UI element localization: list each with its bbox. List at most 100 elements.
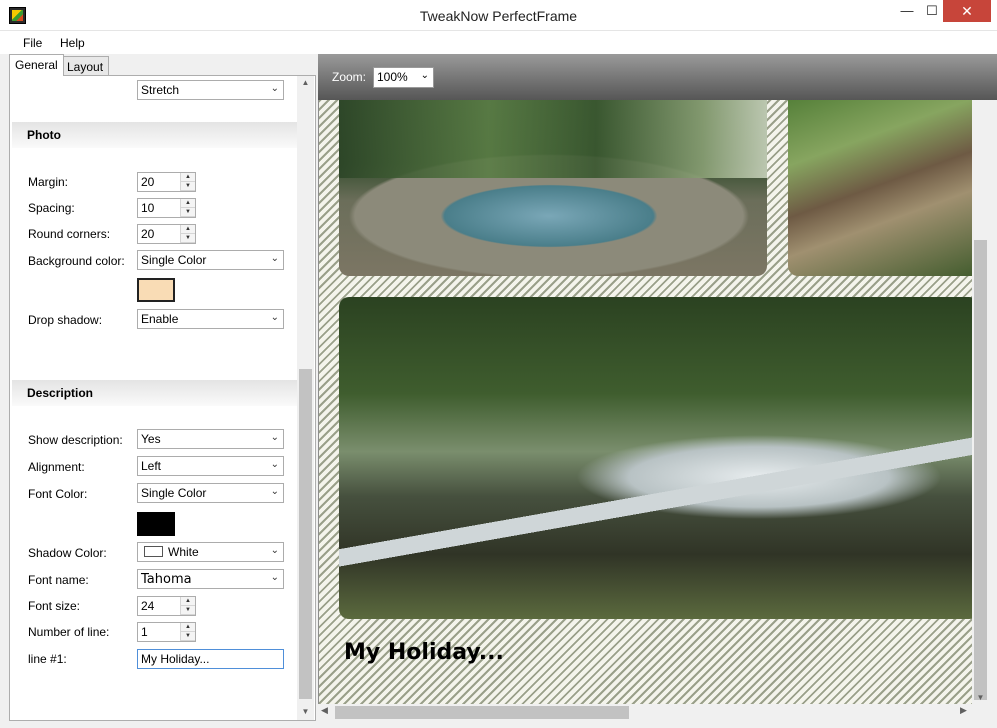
settings-scrollbar[interactable]: ▲ ▼ — [297, 76, 314, 720]
zoom-value: 100% — [377, 70, 408, 84]
font-color-swatch[interactable] — [137, 512, 175, 536]
shadow-color-value: White — [168, 545, 199, 559]
spin-up-icon[interactable]: ▲ — [181, 173, 195, 182]
show-description-select[interactable]: Yes ⌄ — [137, 429, 284, 449]
chevron-down-icon: ⌄ — [270, 83, 279, 94]
stepper-arrows[interactable]: ▲ ▼ — [180, 225, 195, 243]
spacing-value: 10 — [141, 201, 155, 215]
font-color-select[interactable]: Single Color ⌄ — [137, 483, 284, 503]
settings-panel: General Layout Stretch ⌄ Photo Margin: 2… — [0, 54, 318, 728]
scroll-down-icon[interactable]: ▼ — [297, 707, 314, 716]
spin-up-icon[interactable]: ▲ — [181, 225, 195, 234]
stepper-arrows[interactable]: ▲ ▼ — [180, 623, 195, 641]
alignment-value: Left — [141, 459, 162, 473]
scroll-down-icon[interactable]: ▼ — [972, 693, 989, 702]
alignment-select[interactable]: Left ⌄ — [137, 456, 284, 476]
shadow-color-label: Shadow Color: — [28, 546, 107, 560]
scrollbar-thumb[interactable] — [974, 240, 987, 700]
drop-shadow-label: Drop shadow: — [28, 313, 103, 327]
round-corners-label: Round corners: — [28, 227, 111, 241]
font-color-value: Single Color — [141, 486, 207, 500]
spacing-label: Spacing: — [28, 201, 75, 215]
round-corners-value: 20 — [141, 227, 155, 241]
photo-river-rafting[interactable] — [339, 297, 972, 619]
chevron-down-icon: ⌄ — [270, 486, 279, 497]
chevron-down-icon: ⌄ — [420, 70, 429, 81]
margin-label: Margin: — [28, 175, 69, 189]
preview-pane: Zoom: 100% ⌄ My Holiday... ▼ ◀ ▶ — [318, 54, 997, 728]
font-size-value: 24 — [141, 599, 155, 613]
number-of-line-value: 1 — [141, 625, 148, 639]
chevron-down-icon: ⌄ — [270, 572, 279, 583]
spin-up-icon[interactable]: ▲ — [181, 623, 195, 632]
font-size-stepper[interactable]: 24 ▲ ▼ — [137, 596, 196, 616]
spin-down-icon[interactable]: ▼ — [181, 632, 195, 641]
spin-down-icon[interactable]: ▼ — [181, 208, 195, 217]
tab-layout[interactable]: Layout — [61, 56, 110, 76]
zoom-select[interactable]: 100% ⌄ — [373, 67, 434, 88]
fit-mode-value: Stretch — [141, 83, 180, 97]
drop-shadow-select[interactable]: Enable ⌄ — [137, 309, 284, 329]
shadow-color-chip — [144, 546, 163, 557]
frame-canvas[interactable]: My Holiday... — [318, 100, 972, 704]
shadow-color-select[interactable]: White ⌄ — [137, 542, 284, 562]
spin-down-icon[interactable]: ▼ — [181, 234, 195, 243]
photo-section-header: Photo — [12, 122, 297, 148]
menu-file[interactable]: File — [23, 36, 42, 50]
background-color-select[interactable]: Single Color ⌄ — [137, 250, 284, 270]
background-color-value: Single Color — [141, 253, 207, 267]
chevron-down-icon: ⌄ — [270, 253, 279, 264]
description-section-header: Description — [12, 380, 297, 406]
line-1-label: line #1: — [28, 652, 67, 666]
scrollbar-thumb[interactable] — [299, 369, 312, 699]
preview-horizontal-scrollbar[interactable]: ◀ ▶ — [318, 704, 972, 721]
close-button[interactable]: ✕ — [943, 0, 991, 22]
margin-value: 20 — [141, 175, 155, 189]
background-color-swatch[interactable] — [137, 278, 175, 302]
scroll-up-icon[interactable]: ▲ — [297, 78, 314, 87]
round-corners-stepper[interactable]: 20 ▲ ▼ — [137, 224, 196, 244]
alignment-label: Alignment: — [28, 460, 85, 474]
chevron-down-icon: ⌄ — [270, 459, 279, 470]
spin-up-icon[interactable]: ▲ — [181, 597, 195, 606]
menu-help[interactable]: Help — [60, 36, 85, 50]
scroll-left-icon[interactable]: ◀ — [321, 705, 328, 716]
chevron-down-icon: ⌄ — [270, 312, 279, 323]
font-name-value: Tahoma — [141, 572, 192, 587]
drop-shadow-value: Enable — [141, 312, 179, 326]
font-color-label: Font Color: — [28, 487, 88, 501]
spacing-stepper[interactable]: 10 ▲ ▼ — [137, 198, 196, 218]
zoom-label: Zoom: — [332, 70, 367, 84]
show-description-label: Show description: — [28, 433, 123, 447]
scroll-right-icon[interactable]: ▶ — [960, 705, 967, 716]
chevron-down-icon: ⌄ — [270, 545, 279, 556]
fit-mode-select[interactable]: Stretch ⌄ — [137, 80, 284, 100]
background-color-label: Background color: — [28, 254, 125, 268]
general-tab-panel: Stretch ⌄ Photo Margin: 20 ▲ ▼ Spacing: 1… — [9, 75, 316, 721]
preview-vertical-scrollbar[interactable]: ▼ — [972, 100, 989, 704]
chevron-down-icon: ⌄ — [270, 432, 279, 443]
photo-pool[interactable] — [339, 100, 767, 276]
spin-down-icon[interactable]: ▼ — [181, 182, 195, 191]
zoom-toolbar: Zoom: 100% ⌄ — [318, 54, 997, 100]
menu-bar: File Help — [0, 31, 997, 54]
stepper-arrows[interactable]: ▲ ▼ — [180, 173, 195, 191]
photo-village[interactable] — [788, 100, 972, 276]
window-title: TweakNow PerfectFrame — [419, 8, 578, 24]
scrollbar-thumb[interactable] — [335, 706, 629, 719]
spin-down-icon[interactable]: ▼ — [181, 606, 195, 615]
spin-up-icon[interactable]: ▲ — [181, 199, 195, 208]
font-name-label: Font name: — [28, 573, 89, 587]
font-size-label: Font size: — [28, 599, 81, 613]
stepper-arrows[interactable]: ▲ ▼ — [180, 597, 195, 615]
font-name-select[interactable]: Tahoma ⌄ — [137, 569, 284, 589]
show-description-value: Yes — [141, 432, 161, 446]
number-of-line-label: Number of line: — [28, 625, 110, 639]
title-bar: TweakNow PerfectFrame — ☐ ✕ — [0, 0, 997, 31]
frame-caption: My Holiday... — [344, 640, 504, 665]
margin-stepper[interactable]: 20 ▲ ▼ — [137, 172, 196, 192]
line-1-input[interactable]: My Holiday... — [137, 649, 284, 669]
number-of-line-stepper[interactable]: 1 ▲ ▼ — [137, 622, 196, 642]
tab-general[interactable]: General — [9, 54, 64, 76]
stepper-arrows[interactable]: ▲ ▼ — [180, 199, 195, 217]
